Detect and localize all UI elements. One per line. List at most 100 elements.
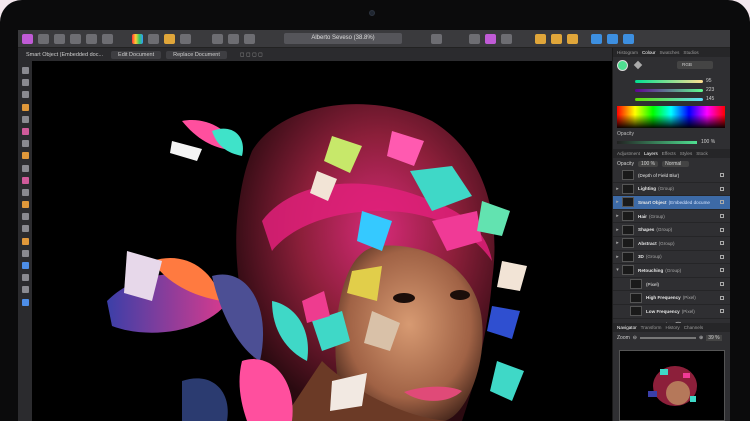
green-value[interactable]: 223 [706,87,714,93]
visibility-checkbox[interactable] [720,214,724,219]
transform-icons[interactable]: ◻ ◻ ◻ ◻ [232,52,271,58]
fill-tool-icon[interactable] [21,176,29,184]
red-slider[interactable] [635,79,703,83]
layers-opacity-value[interactable]: 100 % [637,160,659,167]
tab-effects[interactable]: Effects [662,151,676,156]
tab-histogram[interactable]: Histogram [617,50,638,55]
layer-row[interactable]: ▸ Abstract (Group) [613,237,730,251]
persona-develop-icon[interactable] [70,33,81,44]
visibility-checkbox[interactable] [720,254,724,259]
navigator-preview[interactable] [619,350,725,421]
fill-colour-swatch[interactable] [617,60,628,71]
layer-row[interactable]: ▸ Hair (Group) [613,210,730,224]
zoom-out-icon[interactable]: ⊖ [633,335,637,341]
visibility-checkbox[interactable] [720,282,724,287]
gradient-tool-icon[interactable] [21,188,29,196]
visibility-checkbox[interactable] [720,241,724,246]
blue-value[interactable]: 145 [706,96,714,102]
tab-adjustment[interactable]: Adjustment [617,151,640,156]
layer-row[interactable]: High Frequency (Pixel) [613,291,730,305]
persona-photo-icon[interactable] [38,33,49,44]
zoom-tool-icon[interactable] [21,298,29,306]
blend-mode-select[interactable]: Normal [662,160,690,167]
opacity-slider[interactable] [617,140,697,144]
expand-arrow-icon[interactable]: ▸ [613,213,622,219]
erase-tool-icon[interactable] [21,164,29,172]
shape-tool-icon[interactable] [21,262,29,269]
crop-tool-icon[interactable] [21,91,29,99]
colour-picker-icon[interactable] [21,140,29,148]
zoom-value[interactable]: 39 % [706,335,722,341]
layer-row[interactable]: ▸ 3D (Group) [613,251,730,265]
layer-row[interactable]: ▾ Retouching (Group) [613,264,730,278]
text-tool-icon[interactable] [21,274,29,282]
selection-brush-icon[interactable] [21,103,29,111]
expand-arrow-icon[interactable]: ▸ [613,186,622,192]
view-tool-icon[interactable] [21,79,29,87]
tab-layers[interactable]: Layers [644,151,658,156]
expand-arrow-icon[interactable]: ▸ [613,199,622,205]
tab-navigator[interactable]: Navigator [617,325,637,330]
assistant-icon[interactable] [591,33,602,44]
expand-arrow-icon[interactable]: ▸ [613,227,622,233]
snapping-icon[interactable] [228,33,239,44]
brush-icon[interactable] [501,33,512,44]
zoom-slider[interactable] [639,337,696,339]
visibility-checkbox[interactable] [720,173,724,178]
layer-row[interactable]: Low Frequency (Pixel) [613,305,730,319]
selection-icon[interactable] [469,33,480,44]
colour-wheel-icon[interactable] [132,33,143,44]
pen-tool-icon[interactable] [21,249,29,257]
blue-slider[interactable] [635,97,703,101]
expand-arrow-icon[interactable]: ▸ [613,254,622,260]
clone-tool-icon[interactable] [21,201,29,209]
persona-export-icon[interactable] [102,33,113,44]
opacity-value[interactable]: 100 % [701,139,715,145]
quick-mask-icon[interactable] [431,33,442,44]
edit-document-button[interactable]: Edit Document [111,50,162,59]
expand-arrow-icon[interactable]: ▸ [613,240,622,246]
move-tool-icon[interactable] [21,67,29,74]
view-icon[interactable] [623,33,634,44]
smudge-tool-icon[interactable] [21,237,29,245]
visibility-checkbox[interactable] [720,186,724,191]
visibility-checkbox[interactable] [720,200,724,205]
pixel-tool-icon[interactable] [21,152,29,160]
replace-document-button[interactable]: Replace Document [166,50,227,59]
mesh-warp-icon[interactable] [21,286,29,294]
tab-channels[interactable]: Channels [684,325,703,330]
tab-history[interactable]: History [665,325,679,330]
layer-row-selected[interactable]: ▸ Smart Object (Embedded docume [613,196,730,210]
studio-icon[interactable] [607,33,618,44]
persona-tonemap-icon[interactable] [86,33,97,44]
persona-liquify-icon[interactable] [54,33,65,44]
document-canvas[interactable] [32,61,612,421]
eyedropper-icon[interactable] [633,60,643,70]
layer-row[interactable]: ▸ Lighting (Group) [613,183,730,197]
tab-swatches[interactable]: Swatches [659,50,679,55]
green-slider[interactable] [635,88,703,92]
colour-spectrum[interactable] [617,106,725,128]
ruler-icon[interactable] [244,33,255,44]
tab-stock[interactable]: Stock [696,151,708,156]
tab-transform[interactable]: Transform [641,325,662,330]
contrast-icon[interactable] [148,33,159,44]
tab-styles[interactable]: Styles [680,151,693,156]
settings-icon[interactable] [180,33,191,44]
white-balance-icon[interactable] [164,33,175,44]
tab-colour[interactable]: Colour [642,50,656,55]
layer-row[interactable]: (Pixel) [613,278,730,292]
visibility-checkbox[interactable] [720,227,724,232]
visibility-checkbox[interactable] [720,295,724,300]
mask-icon[interactable] [485,33,496,44]
zoom-in-icon[interactable]: ⊕ [699,335,703,341]
healing-tool-icon[interactable] [21,213,29,221]
align-icon[interactable] [551,33,562,44]
layer-row[interactable]: (Depth of Field Blur) [613,169,730,183]
flip-icon[interactable] [567,33,578,44]
dodge-tool-icon[interactable] [21,225,29,233]
arrange-icon[interactable] [535,33,546,44]
layer-row[interactable]: ▸ Shapes (Group) [613,223,730,237]
colour-mode-select[interactable]: RGB [677,61,713,69]
paint-brush-icon[interactable] [21,127,29,135]
